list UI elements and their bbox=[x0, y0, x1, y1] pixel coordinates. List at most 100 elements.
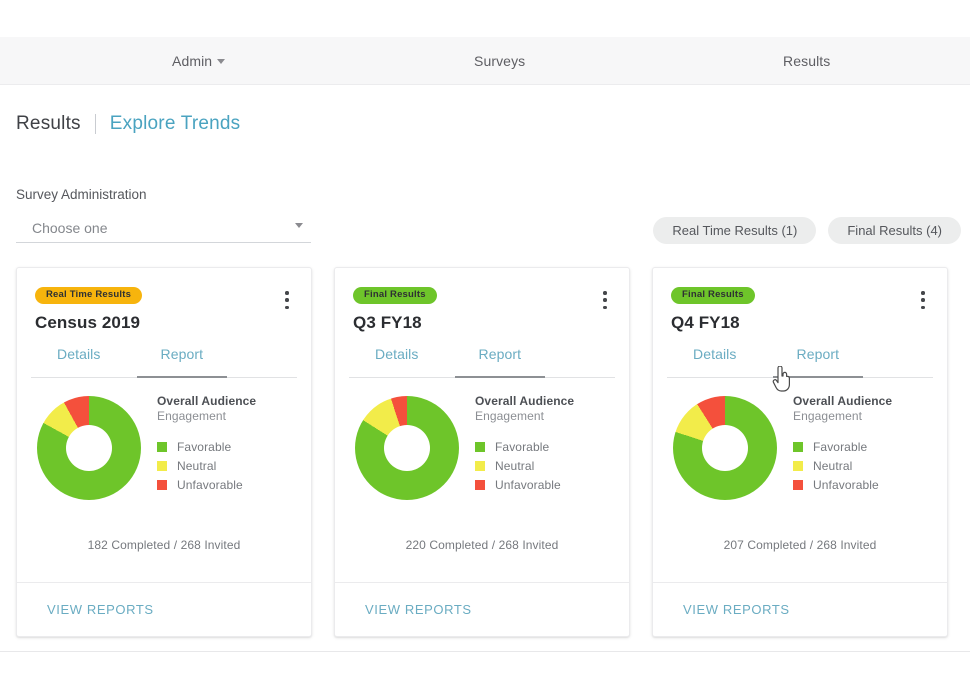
legend-title: Overall Audience bbox=[793, 394, 893, 408]
completion-stats: 182 Completed / 268 Invited bbox=[87, 538, 241, 552]
legend-label-favorable: Favorable bbox=[813, 439, 868, 454]
completion-stats: 220 Completed / 268 Invited bbox=[405, 538, 559, 552]
legend-swatch-neutral bbox=[475, 460, 485, 471]
card-header: Real Time Results Census 2019 bbox=[17, 268, 311, 346]
legend-subtitle: Engagement bbox=[157, 409, 227, 423]
completion-stats: 207 Completed / 268 Invited bbox=[723, 538, 877, 552]
chevron-down-icon bbox=[295, 223, 303, 228]
breadcrumb: Results Explore Trends bbox=[16, 113, 240, 135]
survey-administration-value: Choose one bbox=[32, 219, 108, 236]
legend-item-neutral: Neutral bbox=[475, 456, 574, 475]
engagement-chart-area: Overall Audience Engagement Favorable Ne… bbox=[335, 378, 629, 500]
survey-cards-list: Real Time Results Census 2019 Details Re… bbox=[16, 267, 948, 637]
card-title: Q4 FY18 bbox=[671, 312, 740, 332]
legend-label-unfavorable: Unfavorable bbox=[813, 477, 879, 492]
filter-pill-final-results[interactable]: Final Results (4) bbox=[828, 217, 961, 244]
breadcrumb-divider bbox=[94, 114, 96, 134]
tab-details[interactable]: Details bbox=[683, 346, 747, 377]
legend-swatch-unfavorable bbox=[157, 479, 167, 490]
engagement-donut-chart bbox=[37, 396, 141, 500]
survey-card[interactable]: Real Time Results Census 2019 Details Re… bbox=[16, 267, 312, 637]
chart-legend: Overall Audience Engagement Favorable Ne… bbox=[783, 392, 892, 500]
survey-card[interactable]: Final Results Q3 FY18 Details Report Ove… bbox=[334, 267, 630, 637]
results-filter-pills: Real Time Results (1) Final Results (4) bbox=[653, 217, 961, 244]
legend-entries: Favorable Neutral Unfavorable bbox=[793, 437, 892, 494]
chart-legend: Overall Audience Engagement Favorable Ne… bbox=[465, 392, 574, 500]
explore-trends-link[interactable]: Explore Trends bbox=[110, 113, 241, 135]
legend-item-neutral: Neutral bbox=[157, 456, 256, 475]
tab-report[interactable]: Report bbox=[454, 346, 545, 378]
tab-report[interactable]: Report bbox=[136, 346, 227, 378]
legend-label-neutral: Neutral bbox=[495, 458, 535, 473]
kebab-menu-icon[interactable] bbox=[596, 289, 614, 311]
legend-label-unfavorable: Unfavorable bbox=[177, 477, 243, 492]
nav-item-results[interactable]: Results bbox=[783, 53, 830, 69]
app-page: Admin Surveys Results Results Explore Tr… bbox=[0, 0, 970, 694]
legend-label-unfavorable: Unfavorable bbox=[495, 477, 561, 492]
nav-item-surveys[interactable]: Surveys bbox=[474, 53, 525, 69]
status-badge: Final Results bbox=[671, 287, 755, 304]
nav-item-surveys-label: Surveys bbox=[474, 52, 526, 69]
nav-item-admin[interactable]: Admin bbox=[172, 52, 226, 69]
survey-administration-label: Survey Administration bbox=[16, 187, 147, 202]
legend-swatch-unfavorable bbox=[475, 479, 485, 490]
card-header: Final Results Q4 FY18 bbox=[653, 268, 947, 346]
legend-item-unfavorable: Unfavorable bbox=[475, 475, 574, 494]
kebab-menu-icon[interactable] bbox=[278, 289, 296, 311]
nav-item-admin-label: Admin bbox=[172, 52, 213, 69]
legend-swatch-unfavorable bbox=[793, 479, 803, 490]
card-tabs: Details Report bbox=[667, 346, 933, 378]
legend-entries: Favorable Neutral Unfavorable bbox=[475, 437, 574, 494]
card-tabs: Details Report bbox=[349, 346, 615, 378]
page-bottom-divider bbox=[0, 651, 970, 652]
legend-item-unfavorable: Unfavorable bbox=[157, 475, 256, 494]
chevron-down-icon bbox=[217, 59, 226, 64]
engagement-chart-area: Overall Audience Engagement Favorable Ne… bbox=[653, 378, 947, 500]
card-footer: VIEW REPORTS bbox=[17, 582, 311, 636]
card-header: Final Results Q3 FY18 bbox=[335, 268, 629, 346]
survey-administration-select[interactable]: Choose one bbox=[16, 213, 311, 243]
filter-pill-real-time-results[interactable]: Real Time Results (1) bbox=[653, 217, 817, 244]
legend-swatch-favorable bbox=[157, 441, 167, 452]
tab-details[interactable]: Details bbox=[47, 346, 111, 377]
top-navigation-bar: Admin Surveys Results bbox=[0, 37, 970, 85]
view-reports-button[interactable]: VIEW REPORTS bbox=[365, 602, 472, 617]
legend-label-neutral: Neutral bbox=[177, 458, 217, 473]
legend-label-neutral: Neutral bbox=[813, 458, 853, 473]
nav-item-results-label: Results bbox=[783, 52, 831, 69]
legend-label-favorable: Favorable bbox=[177, 439, 232, 454]
legend-item-unfavorable: Unfavorable bbox=[793, 475, 892, 494]
tab-report[interactable]: Report bbox=[772, 346, 863, 378]
legend-subtitle: Engagement bbox=[793, 409, 863, 423]
view-reports-button[interactable]: VIEW REPORTS bbox=[47, 602, 154, 617]
breadcrumb-current: Results bbox=[16, 113, 81, 134]
kebab-menu-icon[interactable] bbox=[914, 289, 932, 311]
card-tabs: Details Report bbox=[31, 346, 297, 378]
tab-details[interactable]: Details bbox=[365, 346, 429, 377]
card-footer: VIEW REPORTS bbox=[653, 582, 947, 636]
status-badge: Real Time Results bbox=[35, 287, 143, 304]
legend-swatch-favorable bbox=[793, 441, 803, 452]
chart-legend: Overall Audience Engagement Favorable Ne… bbox=[147, 392, 256, 500]
legend-swatch-neutral bbox=[157, 460, 167, 471]
engagement-donut-chart bbox=[673, 396, 777, 500]
engagement-chart-area: Overall Audience Engagement Favorable Ne… bbox=[17, 378, 311, 500]
engagement-donut-chart bbox=[355, 396, 459, 500]
legend-item-favorable: Favorable bbox=[157, 437, 256, 456]
legend-item-favorable: Favorable bbox=[475, 437, 574, 456]
legend-title: Overall Audience bbox=[475, 394, 575, 408]
legend-label-favorable: Favorable bbox=[495, 439, 550, 454]
legend-swatch-favorable bbox=[475, 441, 485, 452]
legend-subtitle: Engagement bbox=[475, 409, 545, 423]
card-title: Q3 FY18 bbox=[353, 312, 422, 332]
legend-entries: Favorable Neutral Unfavorable bbox=[157, 437, 256, 494]
status-badge: Final Results bbox=[353, 287, 437, 304]
legend-swatch-neutral bbox=[793, 460, 803, 471]
survey-card[interactable]: Final Results Q4 FY18 Details Report Ove… bbox=[652, 267, 948, 637]
card-footer: VIEW REPORTS bbox=[335, 582, 629, 636]
card-title: Census 2019 bbox=[35, 312, 141, 332]
view-reports-button[interactable]: VIEW REPORTS bbox=[683, 602, 790, 617]
legend-title: Overall Audience bbox=[157, 394, 257, 408]
legend-item-favorable: Favorable bbox=[793, 437, 892, 456]
legend-item-neutral: Neutral bbox=[793, 456, 892, 475]
